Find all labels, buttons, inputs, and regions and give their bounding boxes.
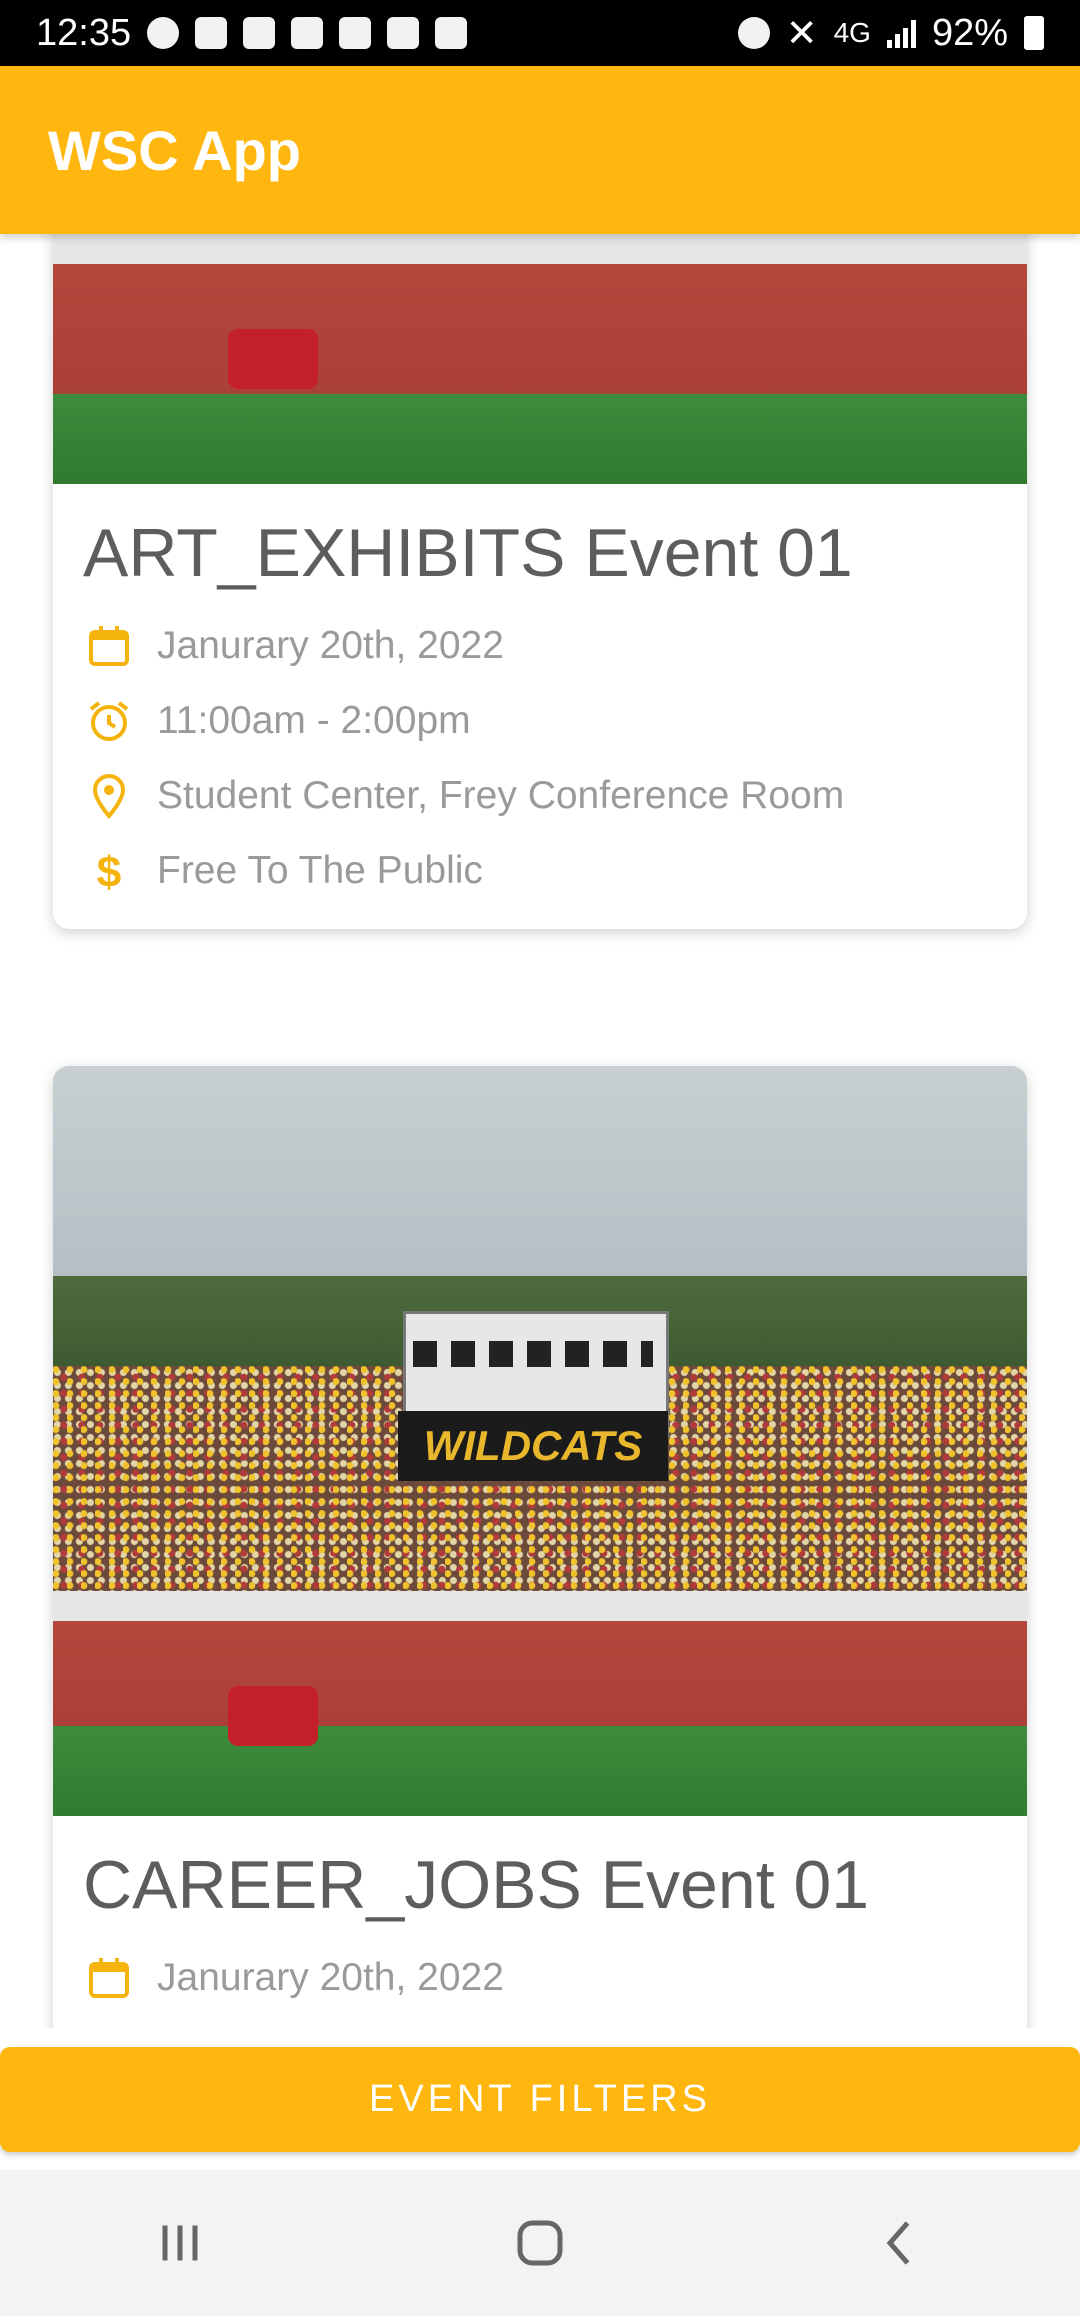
- back-icon: [886, 2221, 910, 2265]
- event-time: 11:00am - 2:00pm: [157, 698, 471, 742]
- outlook-icon: [339, 17, 372, 49]
- event-price: Free To The Public: [157, 848, 483, 892]
- signal-icon: [886, 18, 916, 48]
- battery-percent: 92%: [931, 11, 1008, 54]
- app-bar: WSC App: [0, 66, 1080, 234]
- gamepad-icon: [243, 17, 276, 49]
- dollar-icon: $: [83, 845, 135, 897]
- whatsapp-icon: [147, 17, 180, 49]
- stadium-banner: WILDCATS: [398, 1411, 668, 1481]
- alarm-clock-icon: [83, 695, 135, 747]
- svg-text:$: $: [97, 848, 121, 895]
- golf-cart-image: [228, 1686, 318, 1746]
- golf-cart-image: [228, 329, 318, 389]
- event-date-row: Janurary 20th, 2022: [83, 608, 997, 683]
- home-icon: [517, 2220, 563, 2266]
- calendar-icon: [83, 620, 135, 672]
- event-list[interactable]: ART_EXHIBITS Event 01 Janurary 20th, 202…: [0, 234, 1080, 2028]
- location-pin-icon: [83, 770, 135, 822]
- event-card[interactable]: WILDCATS CAREER_JOBS Event 01 Janurary 2…: [53, 1066, 1027, 2028]
- event-title: CAREER_JOBS Event 01: [83, 1847, 870, 1923]
- status-bar: 12:35 ✕ 4G 92%: [0, 0, 1080, 66]
- event-location: Student Center, Frey Conference Room: [157, 773, 845, 817]
- app-title: WSC App: [48, 118, 301, 182]
- event-card[interactable]: ART_EXHIBITS Event 01 Janurary 20th, 202…: [53, 234, 1027, 929]
- event-price-row: $ Free To The Public: [83, 833, 997, 908]
- calendar-icon: [83, 1952, 135, 2004]
- event-date-row: Janurary 20th, 2022: [83, 1940, 997, 2015]
- event-photo: WILDCATS: [53, 1066, 1027, 1816]
- event-date: Janurary 20th, 2022: [157, 1955, 504, 1999]
- message-icon: [195, 17, 228, 49]
- event-date: Janurary 20th, 2022: [157, 623, 504, 667]
- battery-icon: [1024, 16, 1044, 50]
- status-time: 12:35: [36, 11, 132, 54]
- event-location-row: Student Center, Frey Conference Room: [83, 758, 997, 833]
- network-type: 4G: [833, 17, 871, 48]
- recent-apps-icon: [162, 2225, 198, 2261]
- sync-icon: [737, 17, 770, 49]
- mute-icon: ✕: [785, 12, 818, 55]
- gallery-icon: [435, 17, 468, 49]
- event-title: ART_EXHIBITS Event 01: [83, 515, 853, 591]
- home-button[interactable]: [480, 2183, 600, 2303]
- event-time-row: 11:00am - 2:00pm: [83, 683, 997, 758]
- event-photo: [53, 234, 1027, 484]
- event-filters-button[interactable]: EVENT FILTERS: [0, 2047, 1080, 2152]
- system-nav-bar: [0, 2170, 1080, 2316]
- call-filter-icon: [291, 17, 324, 49]
- recent-apps-button[interactable]: [120, 2183, 240, 2303]
- back-button[interactable]: [840, 2183, 960, 2303]
- outlook-icon-2: [387, 17, 420, 49]
